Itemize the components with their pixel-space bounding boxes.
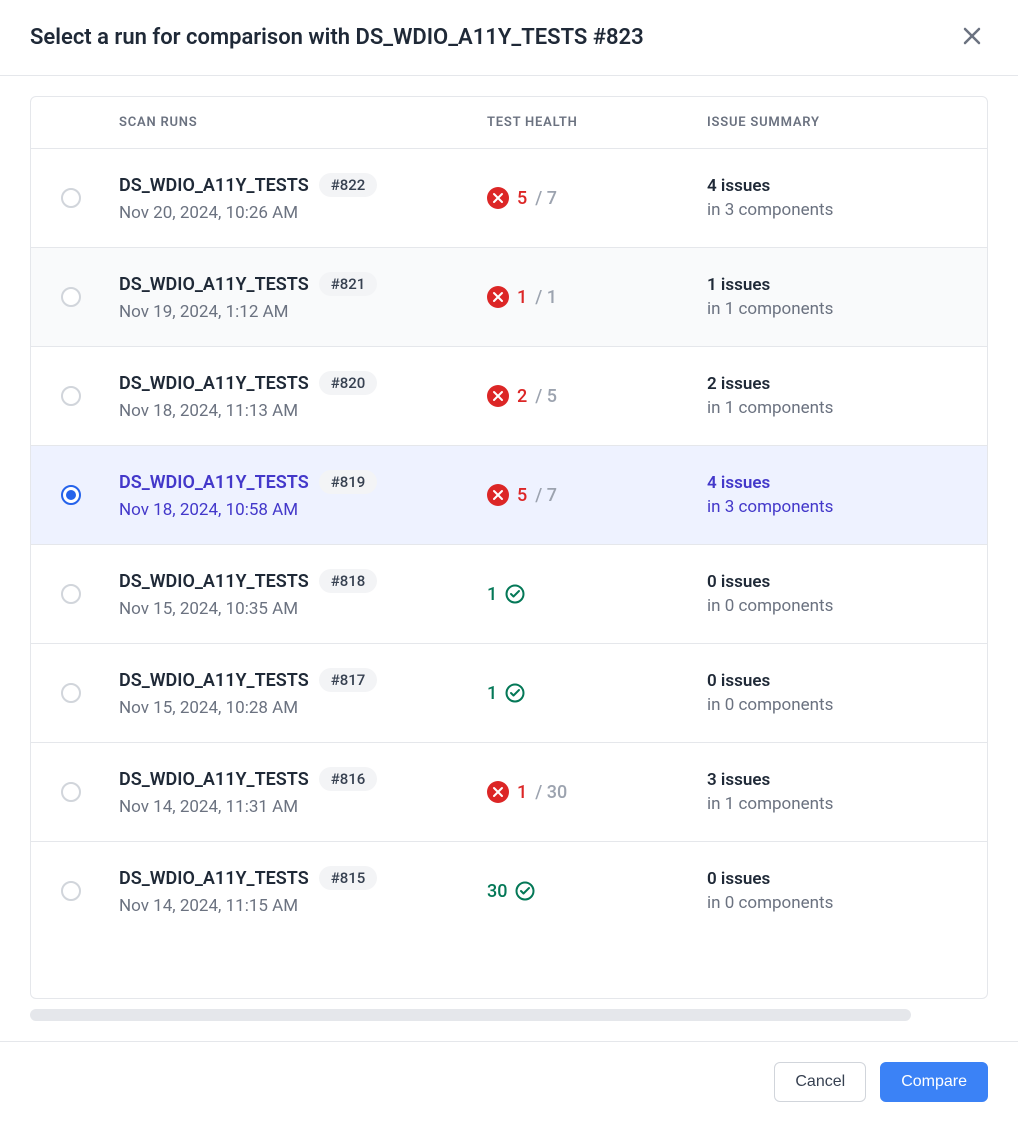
run-radio[interactable]: [61, 188, 81, 208]
run-date: Nov 18, 2024, 11:13 AM: [119, 401, 487, 421]
fail-icon: [487, 286, 509, 308]
run-number-badge: #820: [319, 371, 378, 395]
run-radio[interactable]: [61, 881, 81, 901]
fail-icon: [487, 484, 509, 506]
run-name: DS_WDIO_A11Y_TESTS: [119, 769, 309, 790]
run-radio[interactable]: [61, 683, 81, 703]
components-count: in 3 components: [707, 497, 957, 517]
run-radio[interactable]: [61, 485, 81, 505]
total-count: / 7: [535, 188, 557, 209]
table-row[interactable]: DS_WDIO_A11Y_TESTS #820 Nov 18, 2024, 11:1…: [31, 347, 987, 446]
run-name: DS_WDIO_A11Y_TESTS: [119, 868, 309, 889]
issues-count: 4 issues: [707, 176, 957, 196]
run-date: Nov 18, 2024, 10:58 AM: [119, 500, 487, 520]
total-count: / 1: [535, 287, 557, 308]
cancel-button[interactable]: Cancel: [774, 1062, 866, 1102]
run-date: Nov 14, 2024, 11:31 AM: [119, 797, 487, 817]
pass-icon: [515, 881, 535, 901]
components-count: in 1 components: [707, 794, 957, 814]
run-number-badge: #822: [319, 173, 378, 197]
table-row[interactable]: DS_WDIO_A11Y_TESTS #818 Nov 15, 2024, 10:3…: [31, 545, 987, 644]
run-date: Nov 15, 2024, 10:28 AM: [119, 698, 487, 718]
run-number-badge: #819: [319, 470, 378, 494]
table-row[interactable]: DS_WDIO_A11Y_TESTS #815 Nov 14, 2024, 11:1…: [31, 842, 987, 940]
column-scan-runs: SCAN RUNS: [119, 115, 487, 130]
fail-count: 5: [517, 188, 527, 209]
run-number-badge: #817: [319, 668, 378, 692]
fail-count: 5: [517, 485, 527, 506]
issues-count: 0 issues: [707, 572, 957, 592]
issues-count: 3 issues: [707, 770, 957, 790]
table-row[interactable]: DS_WDIO_A11Y_TESTS #816 Nov 14, 2024, 11:3…: [31, 743, 987, 842]
test-health: 1: [487, 683, 707, 704]
issues-count: 2 issues: [707, 374, 957, 394]
fail-icon: [487, 187, 509, 209]
components-count: in 1 components: [707, 299, 957, 319]
run-name: DS_WDIO_A11Y_TESTS: [119, 571, 309, 592]
close-button[interactable]: [956, 20, 988, 55]
run-radio[interactable]: [61, 782, 81, 802]
components-count: in 1 components: [707, 398, 957, 418]
issues-count: 0 issues: [707, 671, 957, 691]
run-name: DS_WDIO_A11Y_TESTS: [119, 274, 309, 295]
dialog-footer: Cancel Compare: [0, 1041, 1018, 1122]
pass-count: 1: [487, 683, 497, 704]
run-date: Nov 15, 2024, 10:35 AM: [119, 599, 487, 619]
table-row[interactable]: DS_WDIO_A11Y_TESTS #822 Nov 20, 2024, 10:2…: [31, 149, 987, 248]
run-name: DS_WDIO_A11Y_TESTS: [119, 472, 309, 493]
run-number-badge: #818: [319, 569, 378, 593]
close-icon: [960, 36, 984, 51]
test-health: 1: [487, 584, 707, 605]
components-count: in 0 components: [707, 596, 957, 616]
issues-count: 4 issues: [707, 473, 957, 493]
table-header: SCAN RUNS TEST HEALTH ISSUE SUMMARY: [31, 97, 987, 149]
total-count: / 5: [535, 386, 557, 407]
table-row[interactable]: DS_WDIO_A11Y_TESTS #817 Nov 15, 2024, 10:2…: [31, 644, 987, 743]
components-count: in 0 components: [707, 695, 957, 715]
dialog-title: Select a run for comparison with DS_WDIO…: [30, 25, 644, 50]
test-health: 30: [487, 881, 707, 902]
column-issue-summary: ISSUE SUMMARY: [707, 115, 957, 130]
fail-icon: [487, 385, 509, 407]
pass-icon: [505, 584, 525, 604]
total-count: / 7: [535, 485, 557, 506]
run-date: Nov 20, 2024, 10:26 AM: [119, 203, 487, 223]
test-health: 5 / 7: [487, 187, 707, 209]
table-row[interactable]: DS_WDIO_A11Y_TESTS #819 Nov 18, 2024, 10:5…: [31, 446, 987, 545]
run-radio[interactable]: [61, 386, 81, 406]
fail-count: 1: [517, 782, 527, 803]
test-health: 1 / 1: [487, 286, 707, 308]
components-count: in 0 components: [707, 893, 957, 913]
issues-count: 0 issues: [707, 869, 957, 889]
pass-icon: [505, 683, 525, 703]
total-count: / 30: [535, 782, 567, 803]
pass-count: 1: [487, 584, 497, 605]
fail-count: 2: [517, 386, 527, 407]
run-name: DS_WDIO_A11Y_TESTS: [119, 373, 309, 394]
test-health: 2 / 5: [487, 385, 707, 407]
dialog-header: Select a run for comparison with DS_WDIO…: [0, 0, 1018, 76]
dialog-content: SCAN RUNS TEST HEALTH ISSUE SUMMARY DS_W…: [0, 76, 1018, 1041]
run-date: Nov 19, 2024, 1:12 AM: [119, 302, 487, 322]
table-row[interactable]: DS_WDIO_A11Y_TESTS #821 Nov 19, 2024, 1:12…: [31, 248, 987, 347]
fail-count: 1: [517, 287, 527, 308]
run-number-badge: #821: [319, 272, 378, 296]
run-number-badge: #816: [319, 767, 378, 791]
issues-count: 1 issues: [707, 275, 957, 295]
test-health: 5 / 7: [487, 484, 707, 506]
runs-table[interactable]: SCAN RUNS TEST HEALTH ISSUE SUMMARY DS_W…: [30, 96, 988, 999]
run-name: DS_WDIO_A11Y_TESTS: [119, 670, 309, 691]
run-number-badge: #815: [319, 866, 378, 890]
column-test-health: TEST HEALTH: [487, 115, 707, 130]
test-health: 1 / 30: [487, 781, 707, 803]
run-radio[interactable]: [61, 584, 81, 604]
run-name: DS_WDIO_A11Y_TESTS: [119, 175, 309, 196]
horizontal-scrollbar[interactable]: [30, 1009, 911, 1021]
pass-count: 30: [487, 881, 507, 902]
compare-button[interactable]: Compare: [880, 1062, 988, 1102]
components-count: in 3 components: [707, 200, 957, 220]
run-radio[interactable]: [61, 287, 81, 307]
fail-icon: [487, 781, 509, 803]
run-date: Nov 14, 2024, 11:15 AM: [119, 896, 487, 916]
